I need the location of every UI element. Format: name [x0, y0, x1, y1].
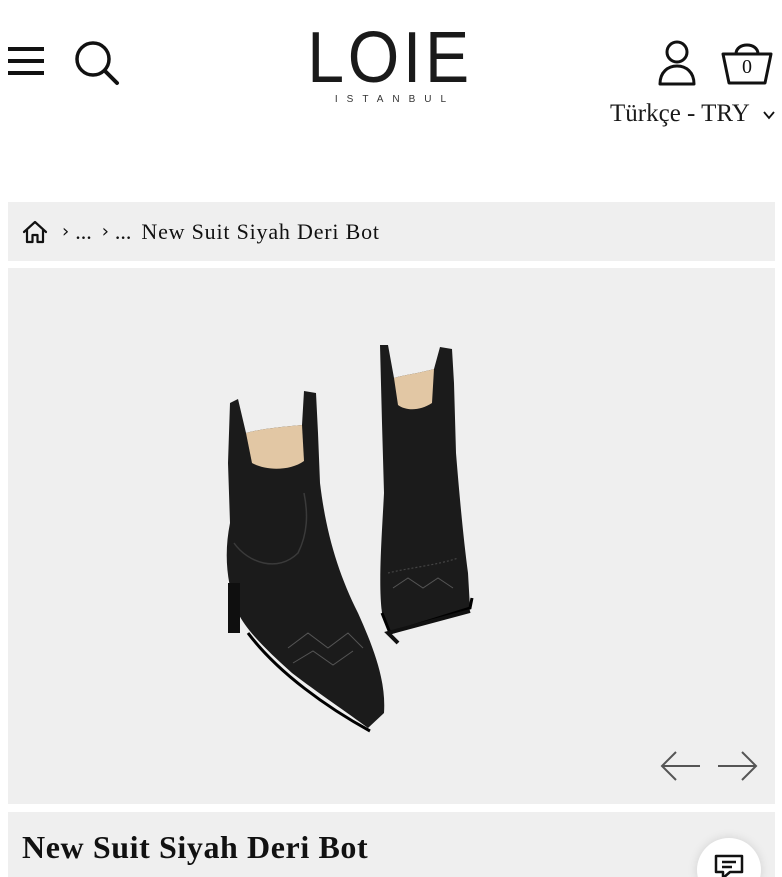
cart-count-badge: 0 — [742, 56, 752, 78]
brand-logo[interactable]: LOIE ISTANBUL — [300, 22, 480, 112]
gallery-next-button[interactable] — [716, 748, 760, 784]
breadcrumb-item-label: ... — [75, 218, 92, 244]
chat-icon — [714, 854, 744, 877]
user-icon — [658, 40, 696, 86]
search-button[interactable] — [72, 38, 122, 88]
product-title: New Suit Siyah Deri Bot — [22, 829, 369, 865]
product-image — [226, 345, 474, 733]
gallery-prev-button[interactable] — [658, 748, 702, 784]
boot-right — [380, 345, 474, 645]
product-title-bar: New Suit Siyah Deri Bot — [8, 812, 775, 877]
product-gallery[interactable] — [8, 268, 775, 804]
home-icon — [22, 220, 48, 243]
breadcrumb-item[interactable]: › ... — [62, 219, 92, 245]
account-button[interactable] — [654, 38, 700, 88]
breadcrumb-item[interactable]: › ... — [102, 219, 132, 245]
arrow-left-icon — [660, 751, 700, 781]
chevron-right-icon: › — [101, 221, 109, 242]
cart-button[interactable]: 0 — [720, 36, 774, 88]
brand-logo-text: LOIE — [307, 18, 473, 98]
breadcrumb-current: New Suit Siyah Deri Bot — [141, 218, 380, 244]
breadcrumb-item-label: ... — [114, 218, 132, 244]
arrow-right-icon — [718, 751, 758, 781]
breadcrumb: › ... › ... New Suit Siyah Deri Bot — [8, 202, 775, 261]
search-icon — [75, 41, 119, 85]
language-currency-selector[interactable]: Türkçe - TRY — [610, 100, 775, 128]
breadcrumb-home[interactable] — [22, 219, 62, 245]
language-currency-label: Türkçe - TRY — [610, 100, 749, 127]
chevron-right-icon: › — [62, 221, 70, 242]
site-header: LOIE ISTANBUL 0 Türkçe - TRY — [0, 0, 782, 190]
boot-left — [226, 391, 385, 733]
menu-button[interactable] — [6, 44, 46, 78]
hamburger-menu-icon — [8, 47, 44, 75]
chevron-down-icon — [763, 111, 775, 120]
